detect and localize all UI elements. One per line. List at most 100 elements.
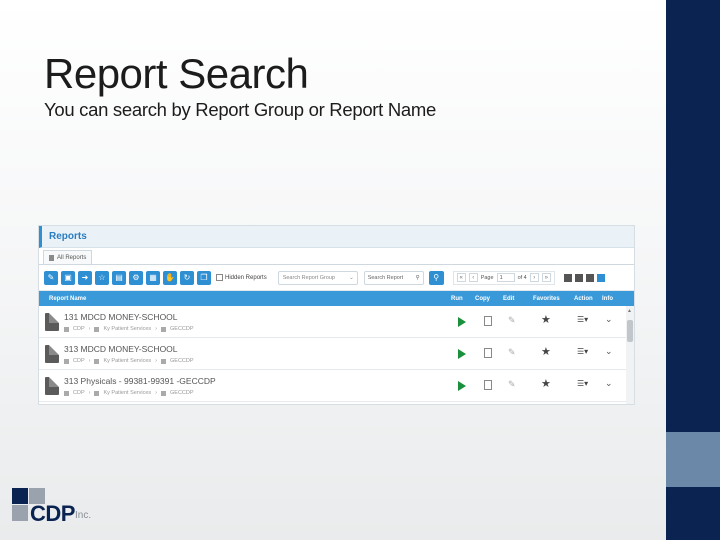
report-file-icon bbox=[45, 377, 59, 395]
copy-icon[interactable] bbox=[484, 348, 492, 358]
favorite-star-icon[interactable]: ★ bbox=[541, 313, 551, 326]
search-button[interactable]: ⚲ bbox=[428, 270, 444, 285]
star-icon[interactable]: ☆ bbox=[95, 270, 109, 285]
path-owner: GECCDP bbox=[170, 326, 194, 332]
report-icon[interactable]: ▤ bbox=[112, 270, 126, 285]
chevron-right-icon: › bbox=[155, 390, 157, 396]
page-of-label: of 4 bbox=[517, 274, 527, 281]
col-info: Info bbox=[602, 295, 613, 302]
chevron-down-icon[interactable]: ⌄ bbox=[605, 378, 613, 389]
user-icon bbox=[161, 358, 166, 364]
first-page-button[interactable]: « bbox=[456, 273, 466, 282]
image-icon[interactable]: ▦ bbox=[146, 270, 160, 285]
action-menu-icon[interactable]: ☰▾ bbox=[577, 315, 588, 324]
hand-icon[interactable]: ✋ bbox=[163, 270, 177, 285]
edit-icon[interactable]: ✎ bbox=[44, 270, 58, 285]
table-row[interactable]: 313 MDCD MONEY-SCHOOL CDP › Ky Patient S… bbox=[39, 338, 634, 370]
checkbox-box[interactable] bbox=[216, 274, 223, 281]
chevron-right-icon: › bbox=[88, 326, 91, 332]
col-action: Action bbox=[574, 295, 593, 302]
cdp-logo: CDP Inc. bbox=[12, 488, 132, 528]
run-icon[interactable] bbox=[458, 349, 466, 359]
pencil-icon[interactable]: ✎ bbox=[508, 347, 516, 358]
logo-suffix: Inc. bbox=[75, 510, 92, 521]
logo-brand: CDP bbox=[30, 501, 75, 526]
grid-small-icon[interactable] bbox=[585, 273, 594, 282]
search-icon: ⚲ bbox=[415, 274, 420, 281]
right-decor-band bbox=[666, 0, 720, 540]
user-icon bbox=[161, 390, 166, 396]
action-menu-icon[interactable]: ☰▾ bbox=[577, 347, 588, 356]
folder-icon bbox=[64, 390, 69, 396]
report-file-icon bbox=[45, 345, 59, 363]
view-switcher bbox=[563, 273, 605, 282]
favorite-star-icon[interactable]: ★ bbox=[541, 377, 551, 390]
folder-icon bbox=[94, 358, 100, 364]
action-menu-icon[interactable]: ☰▾ bbox=[577, 379, 588, 388]
reports-title: Reports bbox=[49, 231, 87, 242]
col-report-name[interactable]: Report Name bbox=[49, 296, 86, 302]
copy-icon[interactable] bbox=[484, 380, 492, 390]
pencil-icon[interactable]: ✎ bbox=[508, 315, 516, 326]
slide-title: Report Search bbox=[44, 50, 309, 97]
list-view-icon[interactable] bbox=[596, 273, 605, 282]
path-group: Ky Patient Services bbox=[103, 358, 152, 364]
chevron-down-icon[interactable]: ⌄ bbox=[605, 346, 613, 357]
favorite-star-icon[interactable]: ★ bbox=[541, 345, 551, 358]
report-name-placeholder: Search Report bbox=[367, 274, 404, 281]
reports-header: Reports bbox=[39, 226, 634, 248]
copy-icon[interactable]: ❐ bbox=[197, 270, 211, 285]
grid-medium-icon[interactable] bbox=[574, 273, 583, 282]
pencil-icon[interactable]: ✎ bbox=[508, 379, 516, 390]
add-icon[interactable]: ▣ bbox=[61, 270, 75, 285]
chevron-right-icon: › bbox=[88, 358, 91, 364]
report-name-search-input[interactable]: Search Report ⚲ bbox=[363, 270, 424, 285]
next-page-button[interactable]: › bbox=[529, 273, 539, 282]
toolbar: ✎ ▣ ➜ ☆ ▤ ⚙ ▦ ✋ ↻ ❐ Hidden Reports Searc… bbox=[39, 265, 634, 291]
path-group: Ky Patient Services bbox=[103, 390, 152, 396]
col-copy: Copy bbox=[475, 295, 490, 302]
run-icon[interactable] bbox=[458, 317, 466, 327]
hidden-reports-label: Hidden Reports bbox=[225, 274, 267, 281]
col-favorites: Favorites bbox=[533, 295, 560, 302]
report-path: CDP › Ky Patient Services › GECCDP bbox=[64, 390, 194, 396]
path-root: CDP bbox=[73, 390, 85, 396]
report-group-select[interactable]: Search Report Group ⌄ bbox=[277, 270, 358, 285]
report-name[interactable]: 313 Physicals - 99381-99391 -GECCDP bbox=[64, 376, 216, 386]
copy-icon[interactable] bbox=[484, 316, 492, 326]
table-row[interactable]: 131 MDCD MONEY-SCHOOL CDP › Ky Patient S… bbox=[39, 306, 634, 338]
folder-icon bbox=[94, 390, 100, 396]
pager: « ‹ Page 1 of 4 › » bbox=[452, 270, 555, 285]
tab-all-reports[interactable]: All Reports bbox=[43, 250, 93, 264]
report-name[interactable]: 131 MDCD MONEY-SCHOOL bbox=[64, 312, 178, 322]
page-input[interactable]: 1 bbox=[496, 273, 515, 282]
path-group: Ky Patient Services bbox=[103, 326, 152, 332]
report-file-icon bbox=[45, 313, 59, 331]
path-owner: GECCDP bbox=[170, 358, 194, 364]
scroll-up-icon[interactable]: ▲ bbox=[627, 308, 632, 314]
logo-square bbox=[12, 505, 28, 521]
grid-large-icon[interactable] bbox=[563, 273, 572, 282]
folder-icon bbox=[64, 326, 69, 332]
folder-icon bbox=[94, 326, 100, 332]
move-icon[interactable]: ➜ bbox=[78, 270, 92, 285]
refresh-icon[interactable]: ↻ bbox=[180, 270, 194, 285]
hidden-reports-checkbox[interactable]: Hidden Reports bbox=[216, 274, 267, 281]
path-root: CDP bbox=[73, 358, 85, 364]
settings-icon[interactable]: ⚙ bbox=[129, 270, 143, 285]
folder-icon bbox=[64, 358, 69, 364]
last-page-button[interactable]: » bbox=[541, 273, 551, 282]
col-edit: Edit bbox=[503, 295, 515, 302]
scrollbar[interactable]: ▲ bbox=[626, 306, 634, 404]
chevron-down-icon[interactable]: ⌄ bbox=[605, 314, 613, 325]
path-owner: GECCDP bbox=[170, 390, 194, 396]
scroll-thumb[interactable] bbox=[627, 320, 633, 342]
prev-page-button[interactable]: ‹ bbox=[468, 273, 478, 282]
chevron-right-icon: › bbox=[88, 390, 91, 396]
table-row[interactable]: 313 Physicals - 99381-99391 -GECCDP CDP … bbox=[39, 370, 634, 402]
report-path: CDP › Ky Patient Services › GECCDP bbox=[64, 358, 194, 364]
run-icon[interactable] bbox=[458, 381, 466, 391]
chevron-right-icon: › bbox=[155, 326, 157, 332]
chevron-right-icon: › bbox=[155, 358, 157, 364]
report-name[interactable]: 313 MDCD MONEY-SCHOOL bbox=[64, 344, 178, 354]
